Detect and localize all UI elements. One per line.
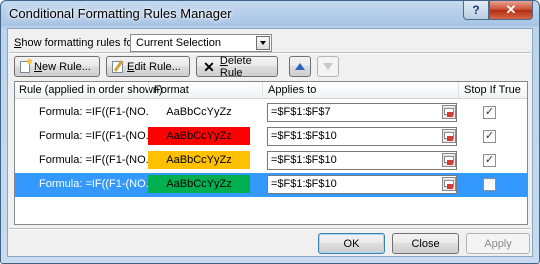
column-header-applies-to[interactable]: Applies to: [268, 84, 316, 96]
move-down-button: [317, 56, 339, 77]
ok-button[interactable]: OK: [318, 233, 385, 254]
applies-to-value: =$F$1:$F$10: [271, 178, 337, 190]
delete-rule-label: Delete Rule: [220, 55, 277, 79]
column-header-stop-if-true[interactable]: Stop If True: [464, 84, 521, 96]
applies-to-value: =$F$1:$F$10: [271, 130, 337, 142]
applies-to-value: =$F$1:$F$7: [271, 106, 331, 118]
show-rules-label: Show formatting rules for:: [14, 37, 139, 49]
format-preview: AaBbCcYyZz: [148, 103, 250, 121]
range-select-icon[interactable]: [442, 129, 456, 143]
format-preview: AaBbCcYyZz: [148, 127, 250, 145]
table-row[interactable]: Formula: =IF((F1-(NO... AaBbCcYyZz =$F$1…: [15, 149, 527, 173]
help-button[interactable]: ?: [463, 1, 489, 20]
delete-rule-button[interactable]: ✕ Delete Rule: [196, 55, 278, 79]
dialog-window: Conditional Formatting Rules Manager ? ✕…: [0, 0, 540, 264]
applies-to-input[interactable]: =$F$1:$F$7: [267, 103, 457, 122]
applies-to-value: =$F$1:$F$10: [271, 154, 337, 166]
stop-if-true-checkbox[interactable]: ✓: [483, 106, 496, 119]
stop-if-true-checkbox[interactable]: ✓: [483, 130, 496, 143]
applies-to-input[interactable]: =$F$1:$F$10: [267, 151, 457, 170]
new-rule-label-rest: ew Rule...: [41, 60, 91, 73]
edit-rule-button[interactable]: Edit Rule...: [106, 56, 190, 77]
table-row-selected[interactable]: Formula: =IF((F1-(NO... AaBbCcYyZz =$F$1…: [15, 173, 527, 197]
edit-rule-icon: [112, 60, 123, 73]
close-window-button[interactable]: ✕: [489, 1, 533, 20]
new-rule-button[interactable]: New Rule...: [14, 56, 100, 77]
title-bar: Conditional Formatting Rules Manager ? ✕: [1, 1, 539, 27]
stop-if-true-checkbox[interactable]: ✓: [483, 154, 496, 167]
range-select-icon[interactable]: [442, 105, 456, 119]
delete-rule-accel: D: [219, 54, 228, 67]
edit-rule-label-rest: dit Rule...: [134, 60, 181, 73]
format-preview: AaBbCcYyZz: [148, 151, 250, 169]
new-rule-label: New Rule...: [34, 61, 91, 73]
column-header-format[interactable]: Format: [154, 84, 189, 96]
rule-description: Formula: =IF((F1-(NO...: [39, 106, 155, 118]
delete-icon: ✕: [203, 58, 215, 75]
edit-rule-label: Edit Rule...: [127, 61, 181, 73]
dialog-body: Show formatting rules for: Current Selec…: [7, 28, 533, 257]
format-preview: AaBbCcYyZz: [148, 175, 250, 193]
arrow-up-icon: [295, 63, 305, 70]
range-select-icon[interactable]: [442, 153, 456, 167]
range-select-icon[interactable]: [442, 177, 456, 191]
chevron-down-icon[interactable]: [256, 36, 270, 50]
rules-table: Rule (applied in order shown) Format App…: [14, 81, 528, 225]
show-rules-label-rest: how formatting rules for:: [21, 37, 140, 49]
table-row[interactable]: Formula: =IF((F1-(NO... AaBbCcYyZz =$F$1…: [15, 101, 527, 125]
new-rule-accel: N: [34, 60, 42, 73]
rule-description: Formula: =IF((F1-(NO...: [39, 130, 155, 142]
column-divider[interactable]: [458, 82, 459, 98]
close-button[interactable]: Close: [392, 233, 459, 254]
applies-to-input[interactable]: =$F$1:$F$10: [267, 175, 457, 194]
window-title: Conditional Formatting Rules Manager: [9, 6, 232, 21]
move-up-button[interactable]: [289, 56, 311, 77]
column-header-rule[interactable]: Rule (applied in order shown): [19, 84, 163, 96]
rule-description: Formula: =IF((F1-(NO...: [39, 154, 155, 166]
stop-if-true-checkbox[interactable]: [483, 178, 496, 191]
column-divider[interactable]: [148, 82, 149, 98]
table-header: Rule (applied in order shown) Format App…: [15, 82, 527, 99]
show-rules-dropdown[interactable]: Current Selection: [130, 34, 272, 52]
new-rule-icon: [20, 58, 32, 73]
apply-button: Apply: [466, 233, 530, 254]
arrow-down-icon: [323, 63, 333, 70]
show-rules-value: Current Selection: [136, 37, 221, 49]
table-row[interactable]: Formula: =IF((F1-(NO... AaBbCcYyZz =$F$1…: [15, 125, 527, 149]
rule-description: Formula: =IF((F1-(NO...: [39, 178, 155, 190]
column-divider[interactable]: [262, 82, 263, 98]
applies-to-input[interactable]: =$F$1:$F$10: [267, 127, 457, 146]
separator: [9, 228, 531, 230]
